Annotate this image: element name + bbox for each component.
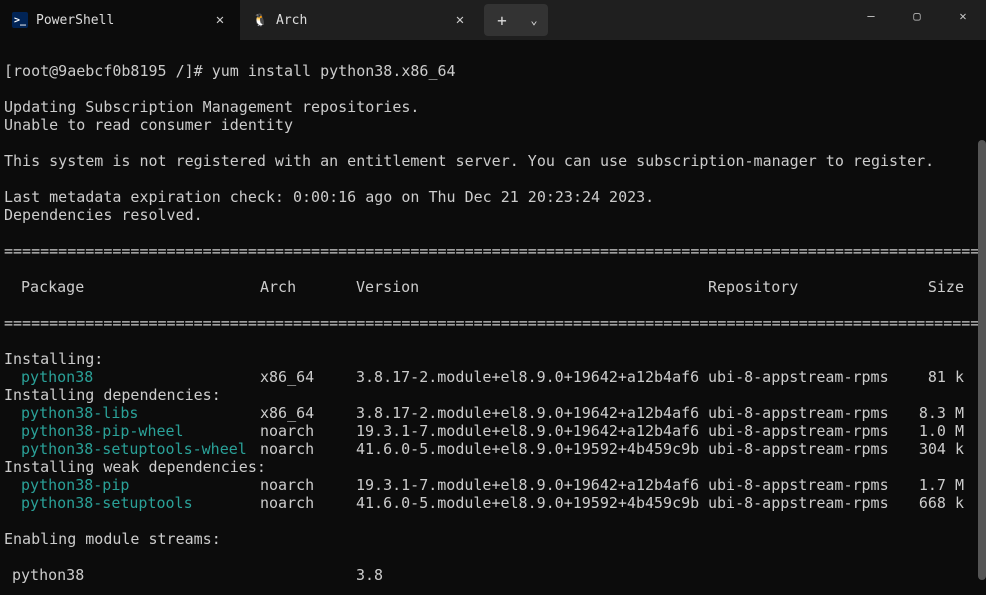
title-bar: >_ PowerShell ✕ 🐧 Arch ✕ + ⌄ — ▢ ✕ [0,0,986,40]
command-text: yum install python38.x86_64 [212,62,456,80]
scrollbar-thumb[interactable] [978,140,986,580]
package-name: python38 [21,368,93,386]
package-row: python38-setuptools noarch41.6.0-5.module… [4,494,984,512]
tab-arch[interactable]: 🐧 Arch ✕ [240,0,480,40]
output-line [4,170,984,188]
package-arch: noarch [260,476,356,494]
package-repo: ubi-8-appstream-rpms [708,368,908,386]
package-row: python38-pip-wheel noarch19.3.1-7.module+… [4,422,984,440]
section-title: Installing: [4,350,984,368]
powershell-icon: >_ [12,12,28,28]
linux-icon: 🐧 [252,12,268,28]
prompt-host: [root@9aebcf0b8195 /]# [4,62,203,80]
output-line: This system is not registered with an en… [4,152,984,170]
package-repo: ubi-8-appstream-rpms [708,440,908,458]
tab-powershell[interactable]: >_ PowerShell ✕ [0,0,240,40]
output-line: Unable to read consumer identity [4,116,984,134]
package-name: python38-setuptools [21,494,193,512]
module-stream-row: python38 3.8 [4,566,984,584]
terminal-viewport[interactable]: [root@9aebcf0b8195 /]# yum install pytho… [0,40,986,595]
close-icon[interactable]: ✕ [210,10,230,30]
titlebar-drag-region[interactable] [548,0,848,40]
package-arch: x86_64 [260,368,356,386]
col-version: Version [356,278,708,296]
package-arch: noarch [260,422,356,440]
package-size: 668 k [908,494,970,512]
package-name: python38-pip-wheel [21,422,184,440]
package-version: 41.6.0-5.module+el8.9.0+19592+4b459c9b [356,494,708,512]
col-size: Size [908,278,970,296]
package-size: 1.7 M [908,476,970,494]
table-header: PackageArchVersionRepositorySize [4,278,984,296]
col-repo: Repository [708,278,908,296]
package-version: 3.8.17-2.module+el8.9.0+19642+a12b4af6 [356,404,708,422]
package-size: 1.0 M [908,422,970,440]
rule-line: ========================================… [4,242,984,260]
package-row: python38-libs x86_643.8.17-2.module+el8.9… [4,404,984,422]
package-size: 81 k [908,368,970,386]
package-name: python38-libs [21,404,138,422]
package-version: 3.8.17-2.module+el8.9.0+19642+a12b4af6 [356,368,708,386]
package-repo: ubi-8-appstream-rpms [708,422,908,440]
stream-version: 3.8 [356,566,708,584]
package-version: 41.6.0-5.module+el8.9.0+19592+4b459c9b [356,440,708,458]
output-line: Updating Subscription Management reposit… [4,98,984,116]
tab-title: PowerShell [36,13,210,28]
close-button[interactable]: ✕ [940,0,986,32]
package-name: python38-setuptools-wheel [21,440,247,458]
output-line: Dependencies resolved. [4,206,984,224]
package-version: 19.3.1-7.module+el8.9.0+19642+a12b4af6 [356,476,708,494]
package-size: 304 k [908,440,970,458]
preamble-block: Updating Subscription Management reposit… [4,98,984,224]
window-controls: — ▢ ✕ [848,0,986,40]
section-title: Installing weak dependencies: [4,458,984,476]
package-version: 19.3.1-7.module+el8.9.0+19642+a12b4af6 [356,422,708,440]
package-sections: Installing: python38 x86_643.8.17-2.modul… [4,350,984,512]
package-name: python38-pip [21,476,129,494]
maximize-button[interactable]: ▢ [894,0,940,32]
rule-line: ========================================… [4,314,984,332]
package-size: 8.3 M [908,404,970,422]
output-line: Last metadata expiration check: 0:00:16 … [4,188,984,206]
minimize-button[interactable]: — [848,0,894,32]
tab-dropdown-button[interactable]: ⌄ [520,4,548,36]
package-row: python38-pip noarch19.3.1-7.module+el8.9.… [4,476,984,494]
col-arch: Arch [260,278,356,296]
package-repo: ubi-8-appstream-rpms [708,476,908,494]
package-row: python38 x86_643.8.17-2.module+el8.9.0+19… [4,368,984,386]
prompt-line: [root@9aebcf0b8195 /]# yum install pytho… [4,62,984,80]
output-line [4,134,984,152]
tab-strip: >_ PowerShell ✕ 🐧 Arch ✕ [0,0,480,40]
package-repo: ubi-8-appstream-rpms [708,494,908,512]
stream-name: python38 [4,566,260,584]
package-arch: x86_64 [260,404,356,422]
package-repo: ubi-8-appstream-rpms [708,404,908,422]
section-title: Installing dependencies: [4,386,984,404]
tab-title: Arch [276,13,450,28]
package-arch: noarch [260,440,356,458]
col-package: Package [4,278,260,296]
module-stream-title: Enabling module streams: [4,530,984,548]
new-tab-group: + ⌄ [480,0,548,40]
new-tab-button[interactable]: + [484,4,520,36]
package-row: python38-setuptools-wheel noarch41.6.0-5.… [4,440,984,458]
package-arch: noarch [260,494,356,512]
close-icon[interactable]: ✕ [450,10,470,30]
